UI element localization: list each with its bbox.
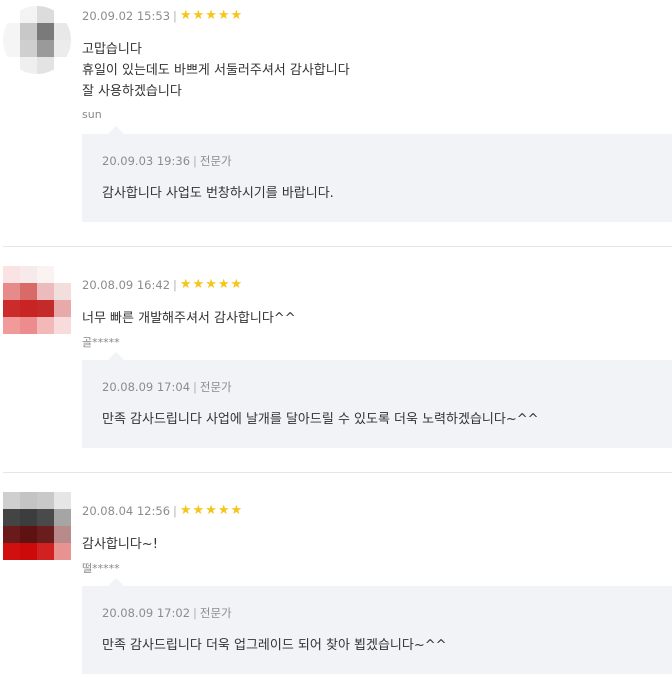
- separator: |: [173, 504, 177, 518]
- separator: |: [173, 278, 177, 292]
- star-icon: ★: [205, 8, 217, 23]
- review-item: 20.09.02 15:53 | ★ ★ ★ ★ ★ 고맙습니다 휴일이 있는데도 바쁘…: [0, 6, 672, 236]
- star-icon: ★: [205, 277, 217, 292]
- reply-role: 전문가: [199, 154, 232, 168]
- divider: [3, 472, 672, 473]
- reply-text: 만족 감사드립니다 사업에 날개를 달아드릴 수 있도록 더욱 노력하겠습니다~…: [102, 412, 539, 427]
- reply-date: 20.08.09 17:04: [102, 380, 191, 394]
- reply-role: 전문가: [199, 380, 232, 394]
- review-line: 너무 빠른 개발해주셔서 감사합니다^^: [82, 311, 296, 326]
- separator: |: [173, 9, 177, 23]
- star-icon: ★: [230, 503, 243, 518]
- star-rating: ★ ★ ★ ★ ★: [180, 278, 242, 292]
- reply-text: 감사합니다 사업도 번창하시기를 바랍니다.: [102, 186, 334, 201]
- review-text: 감사합니다~!: [82, 534, 158, 555]
- reply-meta: 20.08.09 17:04 | 전문가: [102, 379, 232, 395]
- star-icon: ★: [205, 503, 217, 518]
- review-line: 고맙습니다: [82, 42, 142, 57]
- review-text: 고맙습니다 휴일이 있는데도 바쁘게 서둘러주셔서 감사합니다 잘 사용하겠습니…: [82, 39, 350, 102]
- expert-reply: 20.08.09 17:04 | 전문가 만족 감사드립니다 사업에 날개를 달…: [82, 352, 672, 448]
- divider: [3, 246, 672, 247]
- star-rating: ★ ★ ★ ★ ★: [180, 9, 242, 23]
- review-date: 20.09.02 15:53: [82, 9, 171, 23]
- avatar: [3, 6, 71, 74]
- expert-reply: 20.09.03 19:36 | 전문가 감사합니다 사업도 번창하시기를 바랍…: [82, 126, 672, 222]
- avatar: [3, 266, 71, 334]
- review-author: 골*****: [82, 336, 120, 349]
- star-icon: ★: [230, 277, 243, 292]
- review-meta: 20.09.02 15:53 | ★ ★ ★ ★ ★: [82, 8, 242, 24]
- review-text: 너무 빠른 개발해주셔서 감사합니다^^: [82, 308, 296, 329]
- avatar: [3, 492, 71, 560]
- star-icon: ★: [179, 8, 192, 23]
- review-date: 20.08.04 12:56: [82, 504, 171, 518]
- separator: |: [193, 606, 197, 620]
- reply-date: 20.08.09 17:02: [102, 606, 191, 620]
- star-icon: ★: [230, 8, 243, 23]
- separator: |: [193, 154, 197, 168]
- star-rating: ★ ★ ★ ★ ★: [180, 504, 242, 518]
- review-line: 감사합니다~!: [82, 537, 158, 552]
- review-line: 잘 사용하겠습니다: [82, 84, 182, 99]
- star-icon: ★: [192, 503, 205, 518]
- review-date: 20.08.09 16:42: [82, 278, 171, 292]
- reply-date: 20.09.03 19:36: [102, 154, 191, 168]
- star-icon: ★: [217, 503, 230, 518]
- review-item: 20.08.04 12:56 | ★ ★ ★ ★ ★ 감사합니다~! 떨***** 20…: [0, 492, 672, 677]
- review-line: 휴일이 있는데도 바쁘게 서둘러주셔서 감사합니다: [82, 63, 350, 78]
- reply-meta: 20.08.09 17:02 | 전문가: [102, 605, 232, 621]
- review-meta: 20.08.09 16:42 | ★ ★ ★ ★ ★: [82, 277, 242, 293]
- star-icon: ★: [179, 277, 192, 292]
- review-author: sun: [82, 108, 102, 121]
- separator: |: [193, 380, 197, 394]
- star-icon: ★: [179, 503, 192, 518]
- star-icon: ★: [217, 277, 230, 292]
- reply-role: 전문가: [199, 606, 232, 620]
- star-icon: ★: [192, 277, 205, 292]
- reply-text: 만족 감사드립니다 더욱 업그레이드 되어 찾아 뵙겠습니다~^^: [102, 638, 447, 653]
- review-meta: 20.08.04 12:56 | ★ ★ ★ ★ ★: [82, 503, 242, 519]
- reply-meta: 20.09.03 19:36 | 전문가: [102, 153, 232, 169]
- review-author: 떨*****: [82, 562, 120, 575]
- expert-reply: 20.08.09 17:02 | 전문가 만족 감사드립니다 더욱 업그레이드 …: [82, 578, 672, 674]
- review-item: 20.08.09 16:42 | ★ ★ ★ ★ ★ 너무 빠른 개발해주셔서 감사합니…: [0, 266, 672, 456]
- star-icon: ★: [192, 8, 205, 23]
- star-icon: ★: [217, 8, 230, 23]
